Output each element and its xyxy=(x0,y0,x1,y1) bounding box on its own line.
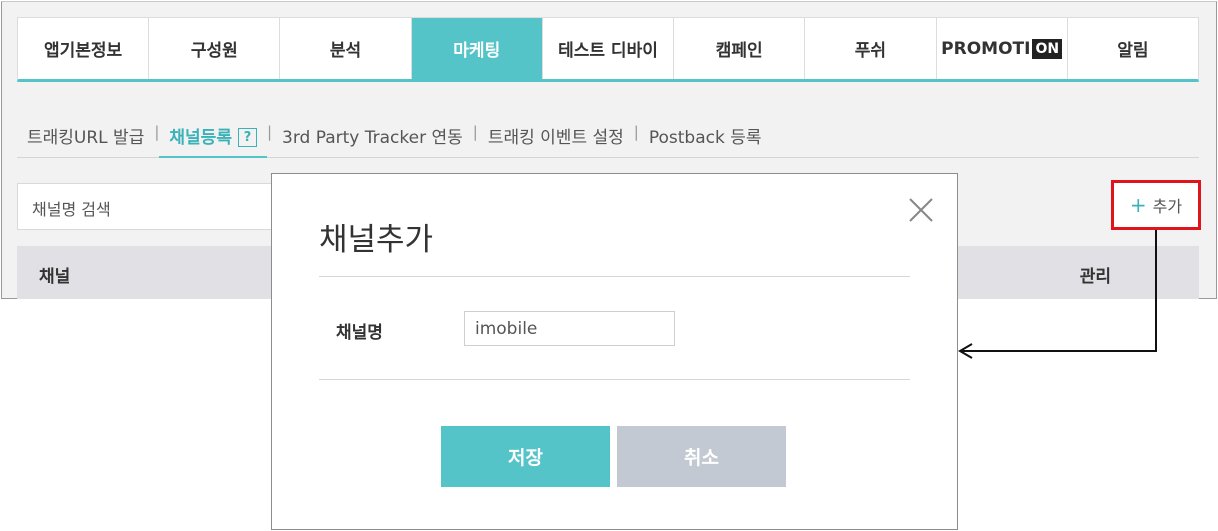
subnav-postback[interactable]: Postback 등록 xyxy=(639,114,772,158)
close-icon[interactable] xyxy=(907,196,935,224)
modal-divider xyxy=(319,276,910,277)
add-channel-button[interactable]: + 추가 xyxy=(1111,180,1201,230)
plus-icon: + xyxy=(1129,193,1147,217)
tab-promotion[interactable]: PROMOTI ON xyxy=(937,18,1068,79)
main-tabs: 앱기본정보 구성원 분석 마케팅 테스트 디바이 캠페인 푸쉬 PROMOTI O… xyxy=(17,17,1199,82)
help-icon[interactable]: ? xyxy=(237,128,257,147)
tab-notifications[interactable]: 알림 xyxy=(1068,18,1198,79)
subnav-channel-register[interactable]: 채널등록? xyxy=(159,114,267,158)
tab-push[interactable]: 푸쉬 xyxy=(805,18,937,79)
save-button[interactable]: 저장 xyxy=(441,426,610,487)
tab-app-info[interactable]: 앱기본정보 xyxy=(18,18,150,79)
promotion-on-badge: ON xyxy=(1032,38,1063,59)
sub-navigation: 트래킹URL 발급 | 채널등록? | 3rd Party Tracker 연동… xyxy=(17,114,1199,158)
cancel-button[interactable]: 취소 xyxy=(617,426,786,487)
column-channel: 채널 xyxy=(39,267,71,287)
tab-test-device[interactable]: 테스트 디바이 xyxy=(543,18,675,79)
column-manage: 관리 xyxy=(1079,267,1111,287)
modal-title: 채널추가 xyxy=(319,222,434,258)
tab-campaign[interactable]: 캠페인 xyxy=(674,18,806,79)
add-channel-modal: 채널추가 채널명 저장 취소 xyxy=(271,173,958,530)
add-label: 추가 xyxy=(1152,197,1183,216)
tab-members[interactable]: 구성원 xyxy=(149,18,281,79)
channel-name-label: 채널명 xyxy=(336,323,383,343)
tab-promotion-label: PROMOTI xyxy=(941,38,1031,59)
tab-marketing[interactable]: 마케팅 xyxy=(411,18,543,79)
subnav-tracking-url[interactable]: 트래킹URL 발급 xyxy=(17,114,154,158)
tab-analysis[interactable]: 분석 xyxy=(280,18,412,79)
subnav-tracking-event[interactable]: 트래킹 이벤트 설정 xyxy=(478,114,634,158)
modal-divider xyxy=(319,379,910,380)
channel-name-input[interactable] xyxy=(464,311,675,346)
subnav-3rd-party-tracker[interactable]: 3rd Party Tracker 연동 xyxy=(272,114,473,158)
subnav-channel-register-label: 채널등록 xyxy=(169,128,232,148)
